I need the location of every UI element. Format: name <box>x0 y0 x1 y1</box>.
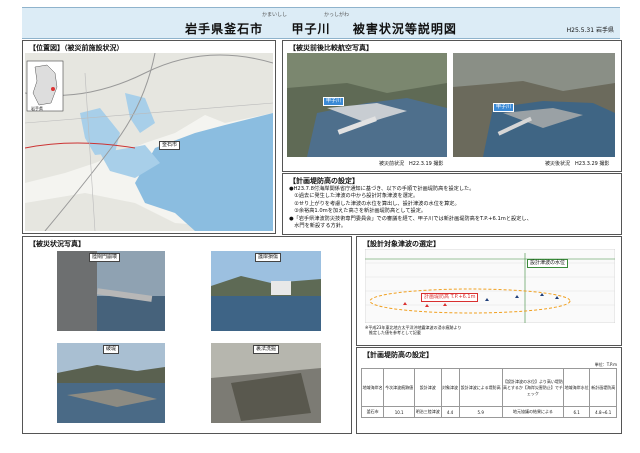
title-bar: かまいしし かっしがわ 岩手県釜石市 甲子川 被害状況等説明図 H25.5.31… <box>22 7 620 39</box>
tsunami-heading: 【設計対象津波の選定】 <box>363 240 440 248</box>
tsunami-note-line: 推定した値を参考として記載 <box>365 330 421 335</box>
col-header: 設計津波 <box>414 368 442 407</box>
title-river: 甲子川 <box>291 22 331 36</box>
damage-photo-3 <box>57 343 165 423</box>
river-label-after: 甲子川 <box>493 103 515 112</box>
table-cell: 4.8→6.1 <box>589 406 617 418</box>
col-header: 新計画堤防高 <box>589 368 617 407</box>
tsunami-chart <box>365 249 615 323</box>
tsunami-panel: 【設計対象津波の選定】 設計津波の水位 計画堤防高 T.P.+6.1m ※平成2… <box>356 236 622 346</box>
col-header: 【設計津波の水位】より高い堤防高とするか【海岸災害防止】でチェック <box>501 368 564 407</box>
plan-heading: 【計画堤防高の設定】 <box>289 177 359 185</box>
plan-line: 水門を新設する方針。 <box>289 223 347 230</box>
tsunami-note: ※平成23年東北地方太平洋沖地震津波の浸水痕跡より 推定した値を参考として記載 <box>365 325 461 335</box>
col-header: 設計津波による堤防高 <box>458 368 503 407</box>
table-cell: 地元協議の結果による <box>501 406 564 418</box>
table-cell: 10.1 <box>383 406 416 418</box>
org-text: 岩手県 <box>595 27 614 34</box>
location-map <box>25 53 273 231</box>
photo-label-3: 破堤 <box>103 345 120 354</box>
inset-label: 岩手県 <box>31 106 43 111</box>
col-header: 地域海岸名 <box>360 368 385 407</box>
ruby-river: かっしがわ <box>324 12 350 18</box>
height-heading: 【計画堤防高の設定】 <box>363 351 433 359</box>
col-header: 対象津波 <box>440 368 460 407</box>
col-header: 地域海岸水位 <box>562 368 591 407</box>
date-text: H25.5.31 <box>566 27 595 34</box>
table-cell: 6.1 <box>562 406 591 418</box>
location-panel: 【位置図】（被災前施設状況） 釜石市 岩手県 <box>22 40 276 234</box>
plan-text: ●H23.7.8付海岸関係省庁通知に基づき、以下の手順で計画堤防高を設定した。 … <box>289 186 532 230</box>
aerial-heading: 【被災前後比較航空写真】 <box>289 44 373 52</box>
height-table: 地域海岸名 今次津波痕跡値 設計津波 対象津波 設計津波による堤防高 【設計津波… <box>360 368 617 418</box>
damage-heading: 【被災状況写真】 <box>29 240 85 248</box>
legend-design-level: 設計津波の水位 <box>527 259 569 268</box>
caption-after: 被災後状況 H23.3.29 撮影 <box>545 161 610 167</box>
damage-photo-1 <box>57 251 165 331</box>
plan-line: ③余裕高1.0mを加えた高さを新計画堤防高として設定。 <box>289 208 427 215</box>
title-city: 岩手県釜石市 <box>185 22 264 36</box>
table-cell: 釜石市 <box>360 406 385 418</box>
col-header: 今次津波痕跡値 <box>383 368 416 407</box>
damage-panel: 【被災状況写真】 陸閘門崩壊 護岸損傷 破堤 裏法洗掘 <box>22 236 352 434</box>
table-cell: 5.9 <box>458 406 503 418</box>
caption-before: 被災前状況 H22.3.19 撮影 <box>379 161 444 167</box>
river-label-before: 甲子川 <box>323 97 345 106</box>
location-heading: 【位置図】（被災前施設状況） <box>29 44 124 52</box>
plan-panel: 【計画堤防高の設定】 ●H23.7.8付海岸関係省庁通知に基づき、以下の手順で計… <box>282 173 622 235</box>
photo-label-1: 陸閘門崩壊 <box>89 253 121 262</box>
ruby-city: かまいしし <box>262 12 288 18</box>
place-label-kamaishi: 釜石市 <box>159 141 181 150</box>
legend-plan-height: 計画堤防高 T.P.+6.1m <box>421 293 479 302</box>
date-org: H25.5.31 岩手県 <box>567 25 614 34</box>
table-cell: 4.4 <box>440 406 460 418</box>
aerial-photo-after <box>453 53 615 157</box>
photo-label-2: 護岸損傷 <box>255 253 282 262</box>
plan-line: ①過去に発生した津波の中から設計対象津波を選定。 <box>289 193 419 200</box>
damage-photo-2 <box>211 251 321 331</box>
plan-line: ●「岩手県津波防災技術専門委員会」での審議を経て、甲子川では新計画堤防高をT.P… <box>289 215 532 222</box>
aerial-photo-before <box>287 53 447 157</box>
table-cell: 明治三陸津波 <box>414 406 442 418</box>
photo-label-4: 裏法洗掘 <box>253 345 280 354</box>
title-rest: 被害状況等説明図 <box>352 22 457 36</box>
damage-photo-4 <box>211 343 321 423</box>
aerial-panel: 【被災前後比較航空写真】 甲子川 甲子川 被災前状況 H22.3.19 撮影 被… <box>282 40 622 172</box>
height-panel: 【計画堤防高の設定】 単位：T.P.m 地域海岸名 今次津波痕跡値 設計津波 対… <box>356 347 622 434</box>
page-title: 岩手県釜石市 甲子川 被害状況等説明図 <box>22 20 620 37</box>
